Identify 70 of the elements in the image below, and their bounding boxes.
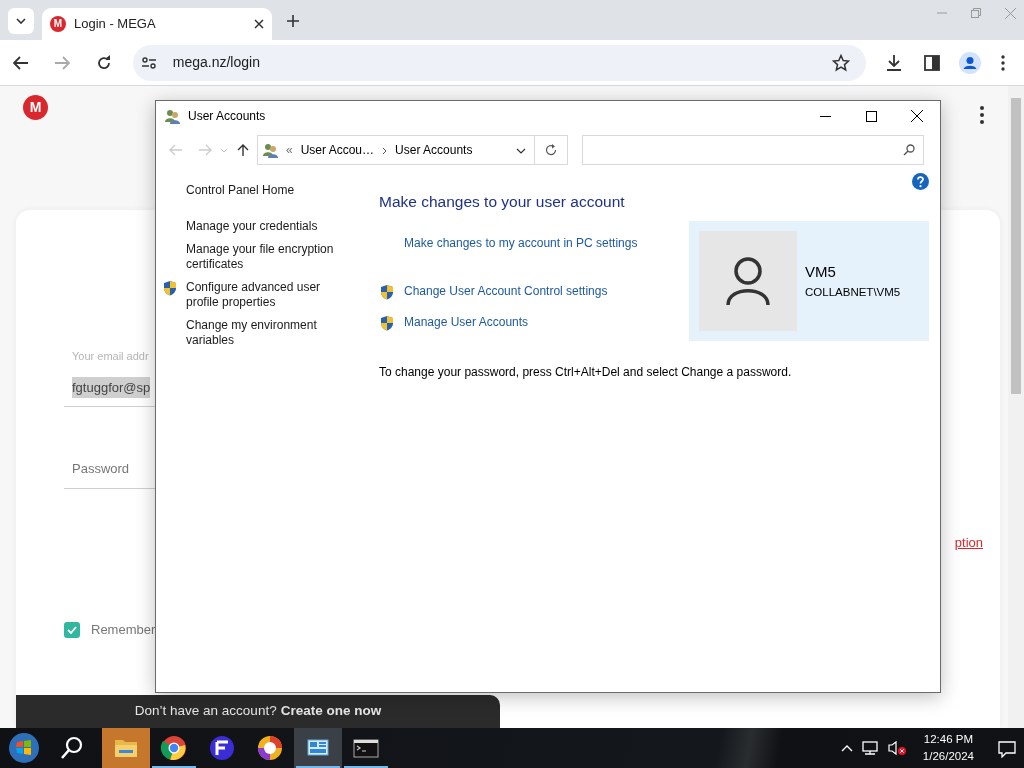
caret-icon	[16, 18, 26, 24]
user-icon	[725, 256, 771, 307]
clock[interactable]: 12:46 PM 1/26/2024	[914, 731, 982, 765]
refresh-button[interactable]	[535, 135, 568, 165]
chevron-up-icon[interactable]	[840, 744, 853, 752]
search-icon	[903, 144, 915, 156]
checkbox-label: Remember	[91, 621, 156, 639]
breadcrumb-item[interactable]: User Accou…	[300, 141, 375, 159]
favicon: M	[50, 16, 66, 32]
scrollbar[interactable]	[1008, 86, 1024, 728]
task-link[interactable]: Change User Account Control settings	[404, 282, 608, 301]
address-bar[interactable]: « User Accou… User Accounts	[257, 135, 535, 165]
checkbox[interactable]	[64, 621, 80, 638]
download-icon[interactable]	[885, 53, 904, 72]
mega-logo[interactable]: M	[23, 95, 48, 120]
users-icon	[164, 108, 180, 124]
instruction-text: To change your password, press Ctrl+Alt+Del and select Change a password.	[379, 364, 793, 382]
link[interactable]: ption	[954, 532, 983, 552]
shield-icon	[379, 284, 395, 300]
refresh-icon	[545, 144, 557, 156]
window-title: User Accounts	[188, 108, 267, 125]
star-icon[interactable]	[831, 53, 850, 72]
sidebar-link[interactable]: Manage your credentials	[186, 219, 318, 234]
site-settings-icon[interactable]	[140, 55, 157, 70]
new-tab-icon[interactable]	[287, 15, 299, 27]
task-link[interactable]: Manage User Accounts	[404, 313, 529, 332]
volume-icon[interactable]	[886, 740, 907, 756]
field-label: Your email addr	[72, 349, 150, 364]
browser-tab[interactable]: M Login - MEGA	[42, 8, 272, 40]
task-link[interactable]: Make changes to my account in PC settings	[404, 234, 638, 253]
sidebar-link[interactable]: Change my environment variables	[186, 318, 342, 348]
maximize-icon[interactable]	[865, 110, 877, 122]
menu-icon[interactable]	[1001, 54, 1006, 71]
help-icon[interactable]	[912, 173, 929, 190]
signup-link[interactable]: Create one now	[280, 701, 382, 722]
sidebar-link[interactable]: Control Panel Home	[186, 183, 295, 198]
menu-icon[interactable]	[980, 105, 984, 124]
account-name: VM5	[805, 262, 837, 283]
section-heading: Make changes to your user account	[379, 192, 626, 212]
caret-icon[interactable]	[516, 147, 526, 154]
tab-search-button[interactable]	[8, 8, 34, 34]
taskbar-button[interactable]	[294, 728, 342, 768]
shield-icon	[379, 315, 395, 331]
users-icon	[262, 142, 278, 158]
notification-icon[interactable]	[998, 739, 1016, 758]
account-domain: COLLABNET\VM5	[805, 284, 901, 300]
network-icon[interactable]	[860, 740, 879, 756]
close-icon[interactable]	[911, 110, 923, 122]
tab-title: Login - MEGA	[74, 15, 157, 34]
sidebar-link[interactable]: Manage your file encryption certificates	[186, 242, 342, 272]
side-panel-icon[interactable]	[924, 54, 940, 71]
shield-icon	[162, 280, 178, 296]
email-field[interactable]: fgtuggfor@sp	[72, 376, 151, 398]
profile-icon[interactable]	[958, 51, 981, 74]
chevron-icon	[382, 146, 388, 155]
clock-time: 12:46 PM	[922, 732, 974, 747]
up-icon[interactable]	[237, 143, 249, 157]
breadcrumb-overflow[interactable]: «	[286, 141, 293, 159]
close-icon[interactable]	[254, 19, 264, 29]
sidebar-link[interactable]: Configure advanced user profile properties	[186, 280, 342, 310]
url-text: mega.nz/login	[172, 53, 261, 72]
breadcrumb-item[interactable]: User Accounts	[395, 141, 473, 159]
signup-text: Don’t have an account?	[134, 702, 277, 721]
check-icon	[67, 625, 77, 634]
start-button-icon	[8, 732, 40, 764]
back-icon[interactable]	[12, 55, 29, 70]
address-bar[interactable]: mega.nz/login	[132, 44, 866, 81]
reload-icon[interactable]	[96, 54, 112, 71]
search-field[interactable]	[582, 135, 924, 165]
clock-date: 1/26/2024	[922, 749, 974, 764]
